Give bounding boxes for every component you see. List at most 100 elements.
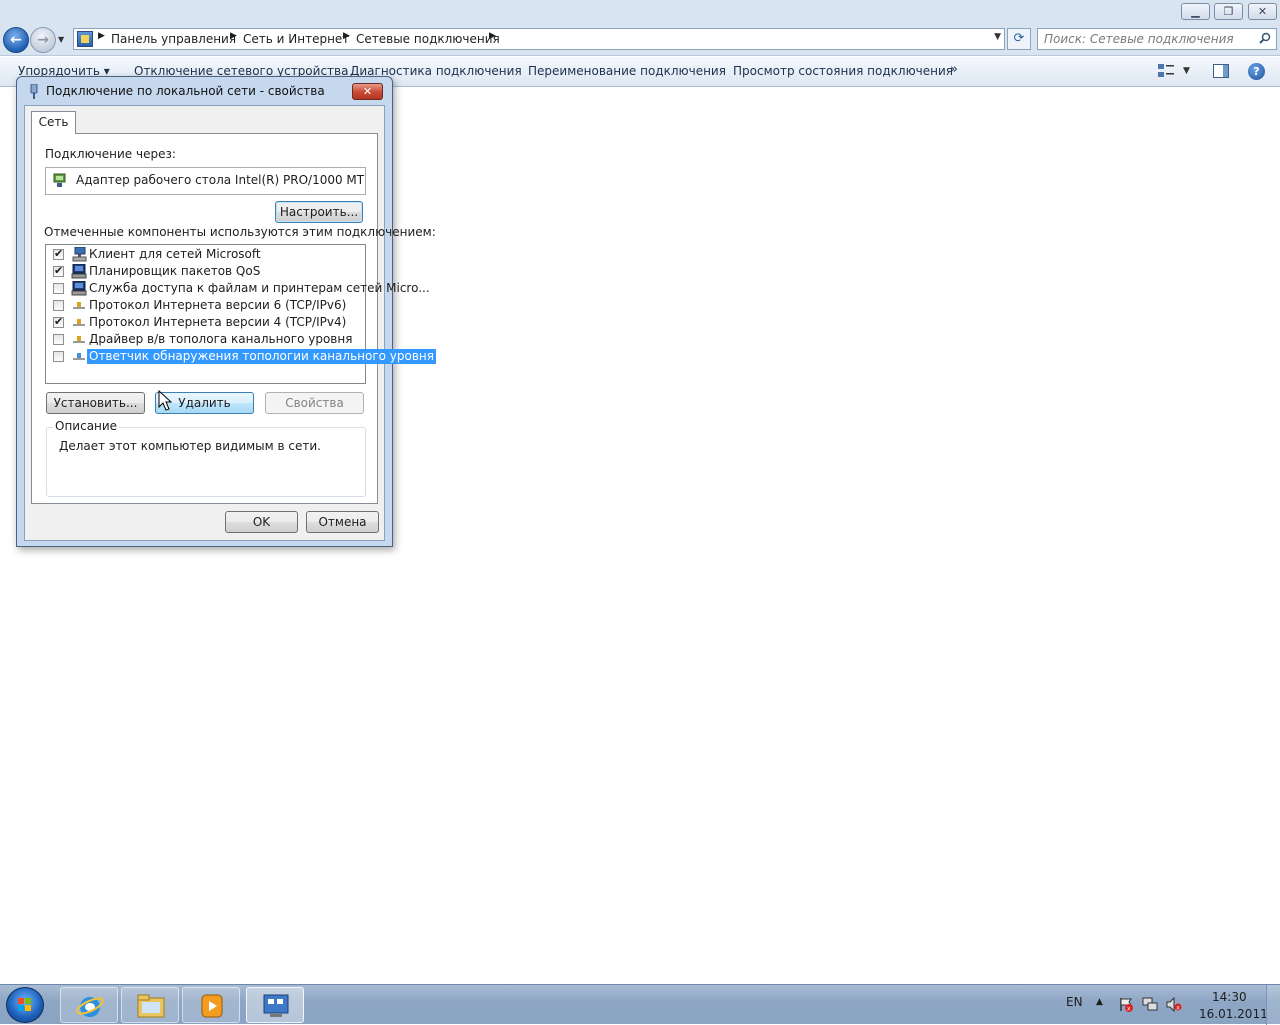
- explorer-titlebar: ▁ ❐ ✕: [0, 0, 1280, 24]
- control-panel-icon: [263, 994, 289, 1017]
- breadcrumb-separator-icon[interactable]: ▶: [489, 31, 496, 41]
- list-item[interactable]: Служба доступа к файлам и принтерам сете…: [46, 280, 430, 297]
- network-client-icon: [72, 247, 87, 262]
- volume-icon[interactable]: x: [1166, 997, 1182, 1012]
- taskbar-media-player[interactable]: [182, 987, 240, 1023]
- taskbar-control-panel[interactable]: [246, 987, 304, 1023]
- ok-button[interactable]: OK: [225, 511, 298, 533]
- tab-network[interactable]: Сеть: [31, 111, 76, 134]
- components-label: Отмеченные компоненты используются этим …: [44, 225, 436, 239]
- breadcrumb-control-panel[interactable]: Панель управления: [111, 32, 236, 46]
- language-indicator[interactable]: EN: [1066, 995, 1083, 1009]
- component-checkbox[interactable]: ✔: [53, 247, 64, 260]
- properties-button[interactable]: Свойства: [265, 392, 364, 414]
- rename-connection-command[interactable]: Переименование подключения: [528, 64, 726, 78]
- search-box[interactable]: [1037, 28, 1277, 50]
- start-button[interactable]: [6, 987, 44, 1023]
- network-service-icon: [71, 281, 87, 296]
- svg-text:x: x: [1127, 1006, 1131, 1013]
- dialog-title: Подключение по локальной сети - свойства: [46, 84, 325, 98]
- cancel-button[interactable]: Отмена: [306, 511, 379, 533]
- minimize-icon: ▁: [1191, 5, 1200, 18]
- recent-pages-dropdown[interactable]: ▼: [58, 35, 64, 44]
- protocol-icon: [73, 302, 85, 309]
- list-item[interactable]: ✔ Клиент для сетей Microsoft: [46, 246, 365, 263]
- back-button[interactable]: ←: [3, 27, 29, 53]
- media-player-icon: [201, 994, 223, 1018]
- back-arrow-icon: ←: [10, 32, 22, 48]
- show-hidden-icons-button[interactable]: ▲: [1096, 997, 1103, 1007]
- breadcrumb-network-internet[interactable]: Сеть и Интернет: [243, 32, 349, 46]
- component-label: Клиент для сетей Microsoft: [89, 247, 261, 261]
- network-icon[interactable]: [1142, 997, 1158, 1012]
- taskbar-explorer[interactable]: [121, 987, 179, 1023]
- component-label: Протокол Интернета версии 6 (TCP/IPv6): [89, 298, 347, 312]
- search-input[interactable]: [1044, 31, 1254, 47]
- refresh-icon: ⟳: [1013, 31, 1025, 46]
- adapter-field: Адаптер рабочего стола Intel(R) PRO/1000…: [45, 167, 366, 195]
- folder-icon: [137, 994, 165, 1018]
- component-checkbox[interactable]: ✔: [53, 264, 64, 277]
- help-icon[interactable]: ?: [1248, 63, 1265, 80]
- view-status-command[interactable]: Просмотр состояния подключения: [733, 64, 953, 78]
- component-label: Служба доступа к файлам и принтерам сете…: [89, 281, 430, 295]
- close-icon: ✕: [362, 85, 373, 98]
- close-window-button[interactable]: ✕: [1248, 3, 1277, 20]
- component-checkbox[interactable]: [53, 300, 64, 311]
- protocol-icon: [73, 336, 85, 343]
- configure-button[interactable]: Настроить...: [275, 201, 363, 223]
- refresh-button[interactable]: ⟳: [1007, 28, 1031, 50]
- component-label: Драйвер в/в тополога канального уровня: [89, 332, 353, 346]
- view-options-dropdown[interactable]: ▼: [1183, 66, 1190, 76]
- list-item[interactable]: ✔ Протокол Интернета версии 4 (TCP/IPv4): [46, 314, 365, 331]
- action-center-icon[interactable]: x: [1118, 997, 1134, 1012]
- adapter-name: Адаптер рабочего стола Intel(R) PRO/1000…: [76, 173, 365, 187]
- list-item[interactable]: Драйвер в/в тополога канального уровня: [46, 331, 365, 348]
- change-view-icon[interactable]: [1158, 64, 1174, 78]
- component-checkbox[interactable]: [53, 283, 64, 294]
- breadcrumb-separator-icon[interactable]: ▶: [343, 31, 350, 41]
- component-checkbox[interactable]: [53, 351, 64, 362]
- svg-text:x: x: [1176, 1005, 1180, 1012]
- component-label: Планировщик пакетов QoS: [89, 264, 261, 278]
- network-adapter-icon: [30, 84, 38, 99]
- install-button[interactable]: Установить...: [46, 392, 145, 414]
- connect-using-label: Подключение через:: [45, 147, 176, 161]
- list-item[interactable]: ✔ Планировщик пакетов QoS: [46, 263, 365, 280]
- search-icon[interactable]: [1259, 32, 1271, 44]
- dialog-close-button[interactable]: ✕: [352, 83, 383, 100]
- list-item[interactable]: Протокол Интернета версии 6 (TCP/IPv6): [46, 297, 365, 314]
- address-bar[interactable]: ▶ Панель управления ▶ Сеть и Интернет ▶ …: [73, 28, 1005, 50]
- component-label: Протокол Интернета версии 4 (TCP/IPv4): [89, 315, 347, 329]
- clock-time[interactable]: 14:30: [1212, 990, 1247, 1004]
- windows-logo-icon: [18, 998, 31, 1011]
- breadcrumb-separator-icon[interactable]: ▶: [98, 31, 105, 41]
- more-commands-button[interactable]: »: [950, 62, 958, 77]
- checkmark-icon: ✔: [54, 315, 64, 328]
- component-checkbox[interactable]: ✔: [53, 315, 64, 328]
- breadcrumb-separator-icon[interactable]: ▶: [230, 31, 237, 41]
- taskbar: EN ▲ x x 14:30 16.01.2011: [0, 984, 1280, 1025]
- internet-explorer-icon: [76, 997, 104, 1017]
- description-group: Описание Делает этот компьютер видимым в…: [46, 419, 366, 497]
- taskbar-internet-explorer[interactable]: [60, 987, 118, 1023]
- component-checkbox[interactable]: [53, 334, 64, 345]
- mouse-pointer-icon: [158, 390, 172, 411]
- components-list[interactable]: ✔ Клиент для сетей Microsoft ✔ Планировщ…: [45, 244, 436, 384]
- show-desktop-button[interactable]: [1266, 985, 1280, 1025]
- preview-pane-icon[interactable]: [1213, 64, 1229, 78]
- forward-button[interactable]: →: [30, 27, 56, 53]
- address-history-dropdown[interactable]: ▼: [994, 32, 1001, 42]
- restore-icon: ❐: [1223, 5, 1234, 18]
- list-item-selected[interactable]: Ответчик обнаружения топологии канальног…: [46, 348, 436, 365]
- close-icon: ✕: [1257, 5, 1268, 18]
- checkmark-icon: ✔: [54, 264, 64, 277]
- minimize-button[interactable]: ▁: [1181, 3, 1210, 20]
- properties-dialog: Подключение по локальной сети - свойства…: [16, 76, 436, 547]
- control-panel-icon: [77, 31, 93, 47]
- component-label: Ответчик обнаружения топологии канальног…: [87, 349, 436, 364]
- maximize-button[interactable]: ❐: [1214, 3, 1243, 20]
- clock-date[interactable]: 16.01.2011: [1199, 1007, 1268, 1021]
- network-adapter-icon: [53, 173, 66, 187]
- breadcrumb-network-connections[interactable]: Сетевые подключения: [356, 32, 500, 46]
